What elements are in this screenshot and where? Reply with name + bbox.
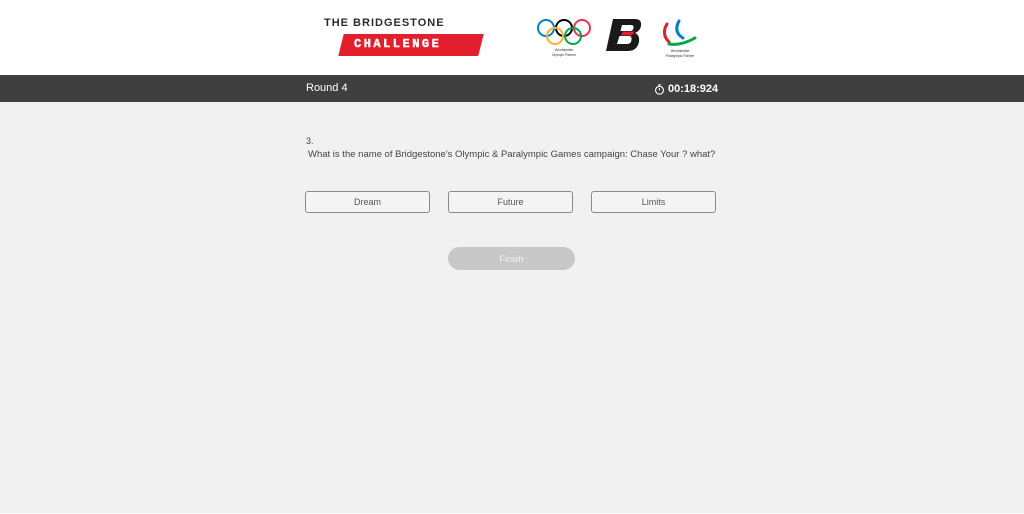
timer-value: 00:18:924 xyxy=(668,83,719,95)
paralympic-caption-line2: Paralympic Partner xyxy=(666,54,696,58)
answer-option-future[interactable]: Future xyxy=(448,191,573,213)
finish-button[interactable]: Finish xyxy=(448,247,575,270)
question-number: 3. xyxy=(306,136,314,146)
stopwatch-icon xyxy=(655,83,664,95)
timer: 00:18:924 xyxy=(654,82,718,96)
header: THE BRIDGESTONE CHALLENGE Worldwide Olym… xyxy=(0,0,1024,75)
answer-option-dream[interactable]: Dream xyxy=(305,191,430,213)
brand-badge-text: CHALLENGE xyxy=(354,37,442,51)
olympic-caption-line1: Worldwide xyxy=(555,47,574,52)
status-bar: Round 4 00:18:924 xyxy=(0,75,1024,102)
paralympic-caption-line1: Worldwide xyxy=(671,48,690,53)
question-text: What is the name of Bridgestone's Olympi… xyxy=(308,149,716,160)
bridgestone-challenge-logo: THE BRIDGESTONE CHALLENGE xyxy=(324,17,484,57)
round-label: Round 4 xyxy=(306,82,348,94)
bridgestone-b-icon xyxy=(606,19,642,51)
brand-title: THE BRIDGESTONE xyxy=(324,17,445,29)
olympic-caption-line2: Olympic Partner xyxy=(552,53,577,57)
answer-option-limits[interactable]: Limits xyxy=(591,191,716,213)
olympic-rings-icon: Worldwide Olympic Partner xyxy=(537,19,591,57)
paralympic-agitos-icon: Worldwide Paralympic Partner xyxy=(662,19,697,58)
